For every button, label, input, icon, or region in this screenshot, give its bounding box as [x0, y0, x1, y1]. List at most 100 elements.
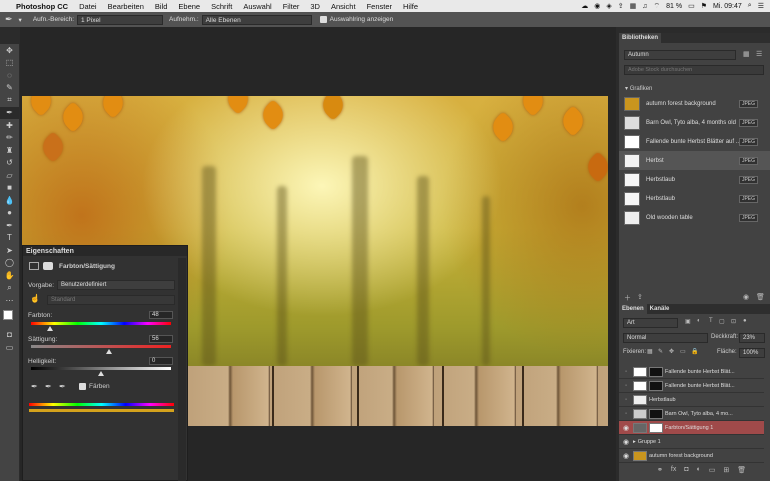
lightness-value[interactable]: 0: [149, 357, 173, 365]
crop-tool-icon[interactable]: ⌗: [0, 94, 19, 107]
type-tool-icon[interactable]: T: [0, 232, 19, 245]
menu-datei[interactable]: Datei: [79, 2, 97, 11]
layer-row[interactable]: · Fallende bunte Herbst Blät...: [619, 379, 764, 393]
dropbox-icon[interactable]: ◈: [606, 2, 611, 10]
eye-icon[interactable]: ·: [619, 382, 633, 389]
trash-icon[interactable]: 🗑: [756, 293, 765, 301]
ellipse-tool-icon[interactable]: ◯: [0, 257, 19, 270]
eyedropper-icon[interactable]: ✒: [5, 14, 13, 25]
menu-3d[interactable]: 3D: [310, 2, 320, 11]
colorize-checkbox[interactable]: [79, 383, 86, 390]
eye-icon[interactable]: ·: [619, 396, 633, 403]
clock[interactable]: Mi. 09:47: [713, 3, 742, 10]
saturation-value[interactable]: 56: [149, 335, 173, 343]
fx-icon[interactable]: fx: [671, 466, 676, 474]
lasso-tool-icon[interactable]: ◌: [0, 69, 19, 82]
filter-shape-icon[interactable]: ▢: [719, 318, 725, 325]
app-menu[interactable]: Photoshop CC: [16, 2, 68, 11]
opacity-input[interactable]: 23%: [739, 333, 765, 343]
path-select-tool-icon[interactable]: ➤: [0, 244, 19, 257]
filter-type-icon[interactable]: T: [709, 318, 713, 324]
tab-libraries[interactable]: Bibliotheken: [619, 33, 662, 43]
healing-tool-icon[interactable]: ✚: [0, 119, 19, 132]
gradient-tool-icon[interactable]: ■: [0, 182, 19, 195]
battery-icon[interactable]: ▭: [688, 2, 695, 10]
eye-icon[interactable]: ·: [619, 368, 633, 375]
brush-tool-icon[interactable]: ✏: [0, 132, 19, 145]
marquee-tool-icon[interactable]: ⬚: [0, 57, 19, 70]
lock-all-icon[interactable]: 🔒: [691, 348, 698, 355]
layer-row[interactable]: ◉ ▸ Gruppe 1: [619, 435, 764, 449]
tool-dropdown-icon[interactable]: ▾: [19, 16, 22, 24]
search-icon[interactable]: ⌕: [748, 2, 752, 10]
library-item[interactable]: autumn forest background JPEG: [619, 94, 770, 113]
properties-scrollbar[interactable]: [178, 258, 186, 481]
screen-mode-icon[interactable]: ▭: [0, 341, 19, 354]
link-icon[interactable]: ⚭: [657, 466, 663, 474]
menu-schrift[interactable]: Schrift: [211, 2, 232, 11]
menu-bearbeiten[interactable]: Bearbeiten: [108, 2, 144, 11]
saturation-slider[interactable]: [31, 345, 171, 348]
hand-tool-icon[interactable]: ✋: [0, 269, 19, 282]
sync-icon[interactable]: ◉: [743, 293, 749, 301]
preset-select[interactable]: Benutzerdefiniert: [57, 280, 175, 290]
filter-adjust-icon[interactable]: ◐: [697, 318, 701, 324]
fill-input[interactable]: 100%: [739, 348, 765, 358]
stock-search-input[interactable]: Adobe Stock durchsuchen: [624, 65, 764, 75]
volume-icon[interactable]: ♫: [642, 3, 647, 10]
sample-size-select[interactable]: 1 Pixel: [77, 14, 163, 25]
sample-layers-select[interactable]: Alle Ebenen: [201, 14, 312, 25]
library-item[interactable]: Fallende bunte Herbst Blätter auf ... JPE…: [619, 132, 770, 151]
lightness-slider-thumb[interactable]: [98, 371, 104, 376]
blend-mode-select[interactable]: Normal: [623, 333, 708, 343]
menu-ansicht[interactable]: Ansicht: [331, 2, 356, 11]
layer-row[interactable]: · Herbstlaub: [619, 393, 764, 407]
pen-tool-icon[interactable]: ✒: [0, 219, 19, 232]
mask-icon[interactable]: [43, 262, 53, 270]
saturation-slider-thumb[interactable]: [106, 349, 112, 354]
dodge-tool-icon[interactable]: ●: [0, 207, 19, 220]
library-item[interactable]: Old wooden table JPEG: [619, 208, 770, 227]
quick-mask-icon[interactable]: ◘: [0, 329, 19, 342]
lock-paint-icon[interactable]: ✎: [658, 348, 663, 355]
properties-tab[interactable]: Eigenschaften: [23, 246, 187, 256]
flag-icon[interactable]: ⚑: [701, 2, 707, 10]
new-layer-icon[interactable]: ⊞: [723, 466, 729, 474]
grid-icon[interactable]: ▦: [630, 2, 637, 10]
zoom-tool-icon[interactable]: ⌕: [0, 282, 19, 295]
add-mask-icon[interactable]: ◘: [684, 466, 688, 474]
quick-select-tool-icon[interactable]: ✎: [0, 82, 19, 95]
layer-row[interactable]: ◉ autumn forest background: [619, 449, 764, 463]
adjustment-icon[interactable]: ◐: [697, 466, 701, 474]
menu-fenster[interactable]: Fenster: [367, 2, 392, 11]
eyedropper-tool-icon[interactable]: ✒: [0, 106, 19, 119]
layer-row[interactable]: · Fallende bunte Herbst Blät...: [619, 365, 764, 379]
library-item[interactable]: Barn Owl, Tyto alba, 4 months old JPEG: [619, 113, 770, 132]
menu-hilfe[interactable]: Hilfe: [403, 2, 418, 11]
creative-cloud-icon[interactable]: ◉: [594, 2, 600, 10]
list-view-icon[interactable]: ☰: [756, 50, 762, 58]
menu-auswahl[interactable]: Auswahl: [243, 2, 271, 11]
eye-icon[interactable]: ◉: [619, 452, 633, 460]
menu-bild[interactable]: Bild: [155, 2, 168, 11]
menu-filter[interactable]: Filter: [283, 2, 300, 11]
grid-view-icon[interactable]: ▦: [743, 50, 750, 58]
library-select[interactable]: Autumn: [624, 50, 736, 60]
eyedropper-icon[interactable]: ✒: [31, 382, 38, 391]
layer-row[interactable]: · Barn Owl, Tyto alba, 4 mo...: [619, 407, 764, 421]
tab-layers[interactable]: Ebenen: [619, 304, 647, 314]
eraser-tool-icon[interactable]: ▱: [0, 169, 19, 182]
group-header[interactable]: ▾ Grafiken: [625, 85, 652, 92]
more-tools-icon[interactable]: ⋯: [0, 294, 19, 307]
foreground-color[interactable]: [3, 309, 13, 320]
hue-slider[interactable]: [31, 322, 171, 325]
filter-pixel-icon[interactable]: ▣: [685, 318, 691, 325]
tab-channels[interactable]: Kanäle: [647, 304, 673, 314]
hue-slider-thumb[interactable]: [47, 326, 53, 331]
filter-toggle-icon[interactable]: ●: [743, 318, 747, 324]
hue-value[interactable]: 48: [149, 311, 173, 319]
wifi-icon[interactable]: ⌔: [654, 2, 661, 11]
library-item-selected[interactable]: Herbst JPEG: [619, 151, 770, 170]
new-group-icon[interactable]: ▭: [709, 466, 716, 474]
filter-smart-icon[interactable]: ⊡: [731, 318, 736, 325]
